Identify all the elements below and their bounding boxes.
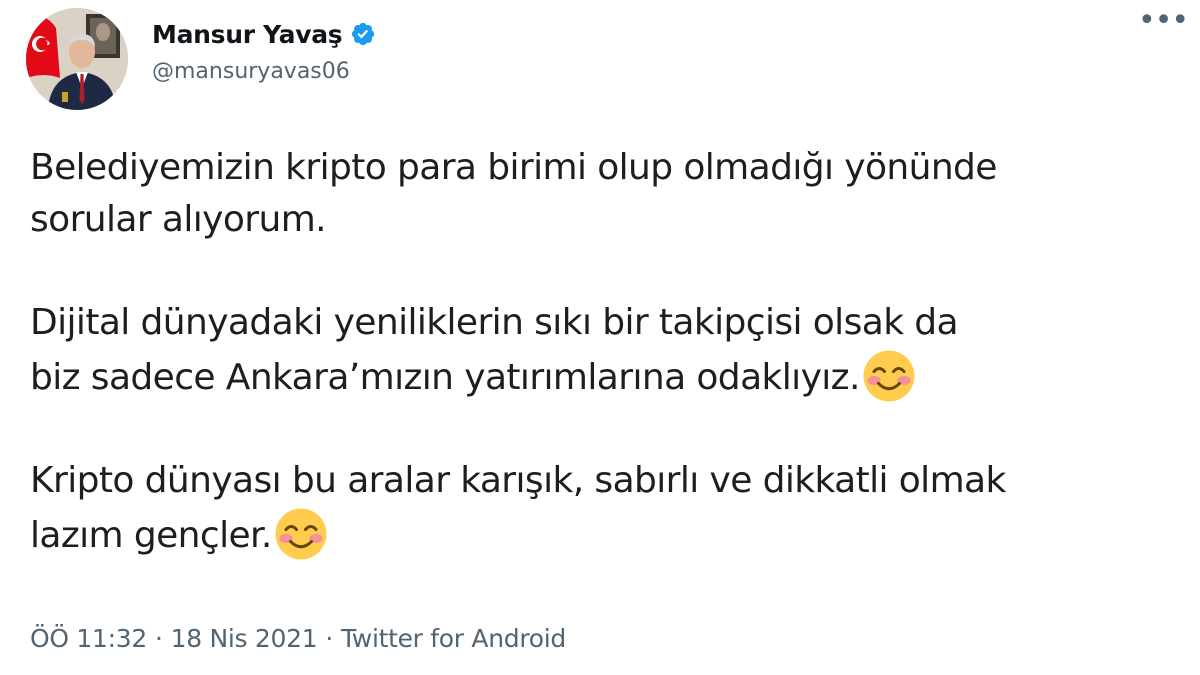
- avatar-image: [26, 8, 128, 110]
- ellipsis-icon: •••: [1138, 3, 1189, 38]
- tweet-line-with-emoji: lazım gençler.: [30, 507, 1180, 562]
- tweet-line-text: biz sadece Ankara’mızın yatırımlarına od…: [30, 357, 860, 398]
- tweet-line-text: lazım gençler.: [30, 515, 272, 556]
- tweet-paragraph-2: Dijital dünyadaki yeniliklerin sıkı bir …: [30, 297, 1180, 404]
- tweet-line: sorular alıyorum.: [30, 199, 327, 240]
- tweet-paragraph-1: Belediyemizin kripto para birimi olup ol…: [30, 142, 1180, 246]
- tweet-time: ÖÖ 11:32: [30, 624, 147, 653]
- author-handle[interactable]: @mansuryavas06: [152, 59, 350, 84]
- author-display-name[interactable]: Mansur Yavaş: [152, 20, 343, 49]
- smiling-face-emoji-icon: [863, 350, 915, 402]
- tweet-date: 18 Nis 2021: [170, 624, 318, 653]
- tweet-time-link[interactable]: ÖÖ 11:32 · 18 Nis 2021: [30, 624, 318, 653]
- tweet-line: Dijital dünyadaki yeniliklerin sıkı bir …: [30, 302, 959, 343]
- tweet-line-with-emoji: biz sadece Ankara’mızın yatırımlarına od…: [30, 349, 1180, 404]
- tweet-card: Mansur Yavaş @mansuryavas06 ••• Belediye…: [0, 0, 1200, 675]
- tweet-source-link[interactable]: Twitter for Android: [341, 624, 566, 653]
- more-options-button[interactable]: •••: [1138, 6, 1189, 42]
- tweet-paragraph-3: Kripto dünyası bu aralar karışık, sabırl…: [30, 455, 1180, 562]
- tweet-line: Belediyemizin kripto para birimi olup ol…: [30, 147, 997, 188]
- author-name-row: Mansur Yavaş: [152, 14, 376, 54]
- separator-dot: ·: [325, 624, 333, 653]
- tweet-text: Belediyemizin kripto para birimi olup ol…: [30, 142, 1180, 613]
- tweet-line: Kripto dünyası bu aralar karışık, sabırl…: [30, 460, 1006, 501]
- author-avatar[interactable]: [26, 8, 128, 110]
- verified-badge-icon: [352, 22, 375, 46]
- separator-dot: ·: [154, 624, 163, 653]
- tweet-metadata: ÖÖ 11:32 · 18 Nis 2021 · Twitter for Android: [30, 624, 566, 653]
- smiling-face-emoji-icon: [275, 508, 327, 560]
